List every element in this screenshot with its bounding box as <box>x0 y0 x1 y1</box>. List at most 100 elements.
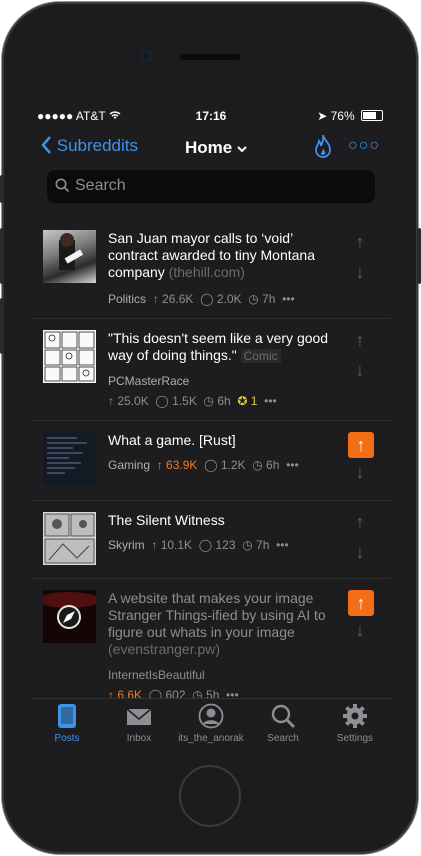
feed-selector[interactable]: Home <box>171 138 261 158</box>
back-label: Subreddits <box>56 136 139 155</box>
post-subreddit[interactable]: Gaming <box>108 458 150 472</box>
post-title[interactable]: "This doesn't seem like a very good way … <box>108 330 338 365</box>
page-title: Home <box>185 138 233 157</box>
post-meta: Politics ↑ 26.6K ◯ 2.0K ◷ 7h ••• <box>108 292 295 306</box>
post-subreddit[interactable]: Politics <box>108 292 146 306</box>
post-thumbnail[interactable] <box>43 230 96 283</box>
comment-icon: ◯ <box>198 538 213 552</box>
search-input[interactable]: Search <box>47 170 375 203</box>
post-subreddit-line: InternetIsBeautiful <box>108 668 205 682</box>
clock-icon: ◷ <box>203 394 214 408</box>
volume-up-button <box>0 228 4 284</box>
envelope-icon <box>103 703 175 731</box>
upvote-arrow-icon: ↑ <box>151 538 158 552</box>
post-item[interactable]: The Silent Witness Skyrim ↑ 10.1K ◯ 123 … <box>31 500 391 579</box>
search-placeholder: Search <box>75 177 126 194</box>
post-subreddit[interactable]: InternetIsBeautiful <box>108 668 205 682</box>
post-item[interactable]: A website that makes your image Stranger… <box>31 578 391 708</box>
clock-icon: ◷ <box>242 538 253 552</box>
post-title-text: "This doesn't seem like a very good way … <box>108 330 329 363</box>
post-title-text: A website that makes your image Stranger… <box>108 590 326 640</box>
status-bar: ●●●●● AT&T 17:16 ➤ 76% <box>31 106 391 126</box>
upvote-arrow-icon: ↑ <box>156 458 163 472</box>
gold-award-icon: ✪ <box>237 394 248 408</box>
tab-posts[interactable]: Posts <box>31 703 103 744</box>
tab-label: its_the_anorak <box>178 733 244 744</box>
post-comments: 1.2K <box>220 458 246 472</box>
post-title[interactable]: What a game. [Rust] <box>108 432 338 449</box>
post-title[interactable]: The Silent Witness <box>108 512 338 529</box>
earpiece-speaker <box>180 54 240 60</box>
post-thumbnail[interactable] <box>43 432 96 485</box>
post-title[interactable]: A website that makes your image Stranger… <box>108 590 338 658</box>
power-button <box>417 228 421 284</box>
post-subreddit[interactable]: PCMasterRace <box>108 374 189 388</box>
post-age: 7h <box>262 292 276 306</box>
more-icon[interactable]: ○○○ <box>348 137 380 155</box>
tab-account[interactable]: its_the_anorak <box>175 703 247 744</box>
upvote-button[interactable]: ↑ <box>349 330 371 351</box>
post-subreddit[interactable]: Skyrim <box>108 538 145 552</box>
clock-icon: ◷ <box>252 458 263 472</box>
home-button[interactable] <box>179 765 241 827</box>
post-title-text: The Silent Witness <box>108 512 225 528</box>
post-age: 6h <box>217 394 231 408</box>
post-gold-count: 1 <box>250 394 258 408</box>
more-options-icon[interactable]: ••• <box>286 458 299 472</box>
upvote-button[interactable]: ↑ <box>349 232 371 253</box>
post-thumbnail[interactable] <box>43 512 96 565</box>
post-thumbnail[interactable] <box>43 590 96 643</box>
more-options-icon[interactable]: ••• <box>264 394 277 408</box>
posts-icon <box>31 703 103 731</box>
downvote-button[interactable]: ↓ <box>349 542 371 563</box>
upvote-arrow-icon: ↑ <box>152 292 159 306</box>
post-score: 10.1K <box>160 538 193 552</box>
flame-icon[interactable] <box>313 134 333 165</box>
upvote-button[interactable]: ↑ <box>349 512 371 533</box>
tab-inbox[interactable]: Inbox <box>103 703 175 744</box>
volume-down-button <box>0 298 4 354</box>
post-comments: 2.0K <box>216 292 242 306</box>
back-button[interactable]: Subreddits <box>41 136 138 156</box>
battery-percent: 76% <box>330 109 355 123</box>
upvote-button-active[interactable]: ↑ <box>348 432 374 458</box>
upvote-button-active[interactable]: ↑ <box>348 590 374 616</box>
post-comments: 1.5K <box>172 394 197 408</box>
upvote-arrow-icon: ↑ <box>108 394 114 408</box>
post-meta: Gaming ↑ 63.9K ◯ 1.2K ◷ 6h ••• <box>108 458 299 472</box>
post-meta: ↑ 25.0K ◯ 1.5K ◷ 6h ✪ 1 ••• <box>108 394 277 408</box>
post-age: 7h <box>256 538 270 552</box>
comment-icon: ◯ <box>155 394 169 408</box>
downvote-button[interactable]: ↓ <box>349 462 371 483</box>
downvote-button[interactable]: ↓ <box>349 620 371 641</box>
search-icon <box>247 703 319 731</box>
tab-label: Search <box>267 733 299 744</box>
post-score: 25.0K <box>117 394 149 408</box>
post-item[interactable]: San Juan mayor calls to ‘void’ contract … <box>31 218 391 319</box>
tab-search[interactable]: Search <box>247 703 319 744</box>
post-flair: Comic <box>240 349 281 363</box>
chevron-down-icon <box>237 146 247 153</box>
post-thumbnail[interactable] <box>43 330 96 383</box>
location-icon: ➤ <box>317 109 328 123</box>
status-right: ➤ 76% <box>317 109 383 123</box>
post-score: 63.9K <box>166 458 198 472</box>
downvote-button[interactable]: ↓ <box>349 360 371 381</box>
more-options-icon[interactable]: ••• <box>276 538 289 552</box>
downvote-button[interactable]: ↓ <box>349 262 371 283</box>
tab-settings[interactable]: Settings <box>319 703 391 744</box>
post-item[interactable]: "This doesn't seem like a very good way … <box>31 318 391 421</box>
battery-icon <box>361 110 383 121</box>
more-options-icon[interactable]: ••• <box>282 292 295 306</box>
search-icon <box>55 178 70 193</box>
tab-label: Settings <box>336 733 374 744</box>
front-camera <box>140 50 152 62</box>
post-title-text: What a game. [Rust] <box>108 432 236 448</box>
avatar-icon <box>175 703 247 731</box>
clock-icon: ◷ <box>248 292 259 306</box>
comment-icon: ◯ <box>204 458 218 472</box>
post-title[interactable]: San Juan mayor calls to ‘void’ contract … <box>108 230 338 281</box>
post-item[interactable]: What a game. [Rust] Gaming ↑ 63.9K ◯ 1.2… <box>31 420 391 501</box>
post-score: 26.6K <box>162 292 194 306</box>
post-domain: (thehill.com) <box>168 264 245 280</box>
